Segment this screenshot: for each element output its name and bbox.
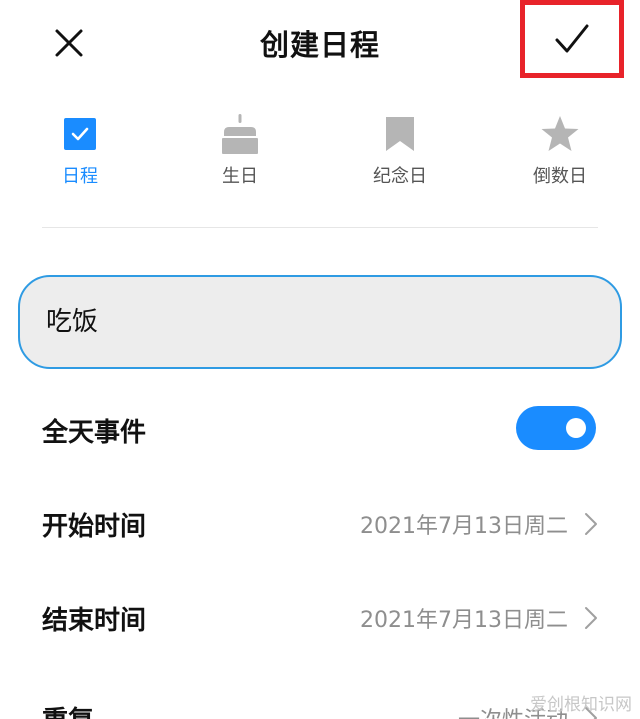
checkmark-icon (555, 24, 589, 53)
all-day-toggle[interactable] (516, 406, 596, 450)
end-time-label: 结束时间 (42, 606, 147, 636)
event-type-selector: 日程 生日 纪念日 倒数日 (0, 112, 640, 192)
event-title-input[interactable] (46, 277, 586, 367)
type-birthday-label: 生日 (222, 166, 258, 187)
checkbox-calendar-icon (64, 118, 96, 150)
type-countdown[interactable]: 倒数日 (510, 112, 610, 188)
chevron-right-icon (585, 607, 597, 629)
start-time-label: 开始时间 (42, 512, 147, 542)
type-schedule-label: 日程 (62, 166, 98, 187)
end-time-value: 2021年7月13日周二 (360, 608, 568, 633)
type-birthday[interactable]: 生日 (190, 112, 290, 188)
divider (42, 227, 598, 228)
type-anniversary-label: 纪念日 (373, 166, 427, 187)
all-day-label: 全天事件 (42, 418, 147, 448)
header: 创建日程 (0, 0, 640, 90)
type-schedule[interactable]: 日程 (30, 112, 130, 188)
repeat-label: 重复 (42, 700, 94, 719)
confirm-button[interactable] (520, 0, 624, 78)
end-time-row[interactable]: 结束时间 2021年7月13日周二 (0, 588, 640, 648)
start-time-row[interactable]: 开始时间 2021年7月13日周二 (0, 494, 640, 554)
type-countdown-label: 倒数日 (533, 166, 587, 187)
star-icon (541, 116, 579, 151)
event-title-field[interactable] (18, 275, 622, 369)
birthday-cake-icon (222, 114, 258, 154)
watermark: 爱创根知识网 (530, 695, 632, 715)
start-time-value: 2021年7月13日周二 (360, 514, 568, 539)
type-anniversary[interactable]: 纪念日 (350, 112, 450, 188)
toggle-knob (566, 418, 586, 438)
bookmark-icon (386, 117, 414, 151)
chevron-right-icon (585, 513, 597, 535)
